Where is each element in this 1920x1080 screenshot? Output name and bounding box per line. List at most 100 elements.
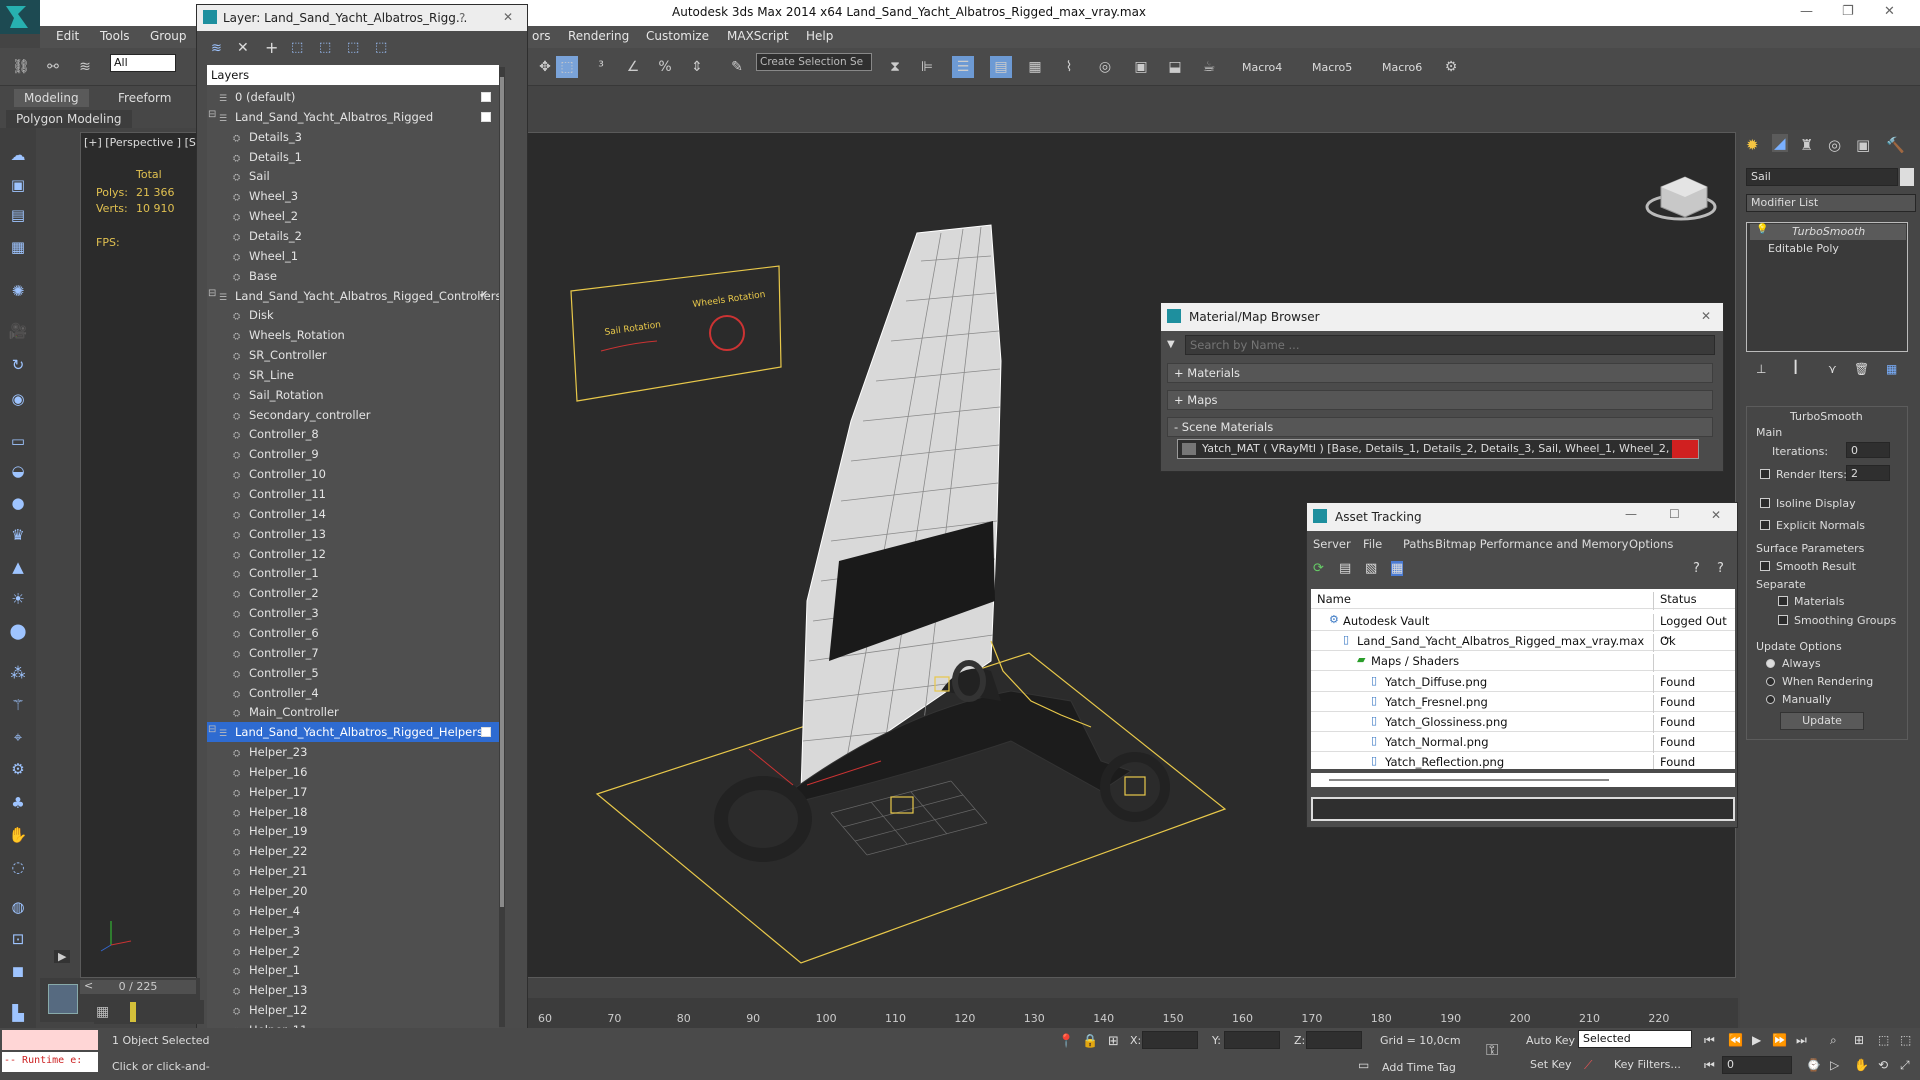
prev-frame-icon[interactable]: < bbox=[84, 979, 93, 992]
help-icon[interactable]: ? bbox=[1693, 561, 1700, 576]
layer-item-row[interactable]: ⛭ Controller_4 bbox=[207, 683, 499, 703]
layer-item-row[interactable]: ⛭ Controller_9 bbox=[207, 444, 499, 464]
disk-icon[interactable]: ⬤ bbox=[7, 622, 29, 644]
refresh-icon[interactable]: ⟳ bbox=[1313, 561, 1324, 576]
modify-tab-icon[interactable]: ◢ bbox=[1772, 134, 1788, 152]
layer-explorer-icon[interactable]: ▤ bbox=[990, 56, 1012, 78]
angle-snap-icon[interactable]: ∠ bbox=[622, 56, 644, 78]
layer-item-row[interactable]: ⛭ Helper_17 bbox=[207, 782, 499, 802]
menu-tools[interactable]: Tools bbox=[100, 29, 130, 43]
selection-filter[interactable]: All bbox=[110, 54, 176, 72]
isolate-icon[interactable]: 📍 bbox=[1058, 1034, 1074, 1049]
material-search-input[interactable] bbox=[1185, 335, 1715, 355]
menu-file[interactable]: File bbox=[1363, 537, 1382, 551]
manually-radio[interactable] bbox=[1766, 695, 1775, 704]
layer-item-row[interactable]: ⛭ Sail_Rotation bbox=[207, 385, 499, 405]
layer-item-row[interactable]: ⛭ SR_Line bbox=[207, 365, 499, 385]
asset-path-field[interactable] bbox=[1311, 797, 1735, 821]
remove-modifier-icon[interactable]: 🗑 bbox=[1854, 362, 1869, 376]
layer-item-row[interactable]: ⛭ Controller_2 bbox=[207, 583, 499, 603]
tab-freeform[interactable]: Freeform bbox=[108, 89, 181, 107]
viewport-label[interactable]: [+] [Perspective ] [Sh bbox=[84, 136, 203, 149]
box-icon[interactable]: ▭ bbox=[7, 432, 29, 454]
layer-item-row[interactable]: ⛭ Controller_3 bbox=[207, 603, 499, 623]
runtime-error-field[interactable]: -- Runtime e: bbox=[2, 1052, 98, 1072]
render-setup-icon[interactable]: ▣ bbox=[1130, 56, 1152, 78]
x-coordinate-field[interactable] bbox=[1142, 1031, 1198, 1049]
make-unique-icon[interactable]: ⋎ bbox=[1828, 362, 1837, 376]
col-status[interactable]: Status bbox=[1653, 592, 1697, 610]
layer-item-row[interactable]: ⛭ Wheel_2 bbox=[207, 206, 499, 226]
layer-item-row[interactable]: ⛭ Helper_3 bbox=[207, 921, 499, 941]
table-view-icon[interactable]: ▦ bbox=[1391, 561, 1404, 576]
rollout-title[interactable]: TurboSmooth bbox=[1790, 410, 1863, 423]
materials-checkbox[interactable] bbox=[1778, 596, 1788, 606]
utilities-tab-icon[interactable]: 🔨 bbox=[1886, 136, 1905, 154]
col-name[interactable]: Name bbox=[1317, 592, 1351, 606]
track-bar-icon[interactable]: ▦ bbox=[96, 1004, 109, 1020]
layer-group-row[interactable]: ⊟ ☰ Land_Sand_Yacht_Albatros_Rigged_Helper… bbox=[207, 722, 499, 743]
crown-icon[interactable]: ♛ bbox=[7, 526, 29, 548]
layer-item-row[interactable]: ⛭ Controller_14 bbox=[207, 504, 499, 524]
zoom-extents-icon[interactable]: ⬚ bbox=[1878, 1033, 1889, 1047]
film-icon[interactable]: ◉ bbox=[7, 390, 29, 412]
delete-icon[interactable]: ✕ bbox=[237, 40, 249, 56]
select-object-icon[interactable]: ⬚ bbox=[556, 56, 578, 78]
helpers-icon[interactable]: ⌖ bbox=[7, 728, 29, 750]
menu-group[interactable]: Group bbox=[150, 29, 187, 43]
update-button[interactable]: Update bbox=[1780, 712, 1864, 730]
maximize-viewport-icon[interactable]: ⤢ bbox=[1900, 1058, 1910, 1073]
spiral-icon[interactable]: ◌ bbox=[7, 858, 29, 880]
named-selection-dropdown[interactable]: Create Selection Se bbox=[756, 53, 872, 71]
mini-listener-toggle[interactable] bbox=[48, 984, 78, 1014]
menu-edit[interactable]: Edit bbox=[56, 29, 79, 43]
bones-icon[interactable]: ⚚ bbox=[7, 696, 29, 718]
lock-icon[interactable]: 🔒 bbox=[1082, 1034, 1098, 1049]
auto-key-button[interactable]: Auto Key bbox=[1526, 1034, 1575, 1047]
select-tool-icon[interactable]: ☁ bbox=[7, 146, 29, 168]
timeline[interactable] bbox=[528, 998, 1738, 1028]
menu-server[interactable]: Server bbox=[1313, 537, 1351, 551]
particles-icon[interactable]: ⁂ bbox=[7, 664, 29, 686]
page-icon[interactable]: ▙ bbox=[7, 1004, 29, 1026]
layer-item-row[interactable]: ⛭ Controller_13 bbox=[207, 524, 499, 544]
render-iters-checkbox[interactable] bbox=[1760, 469, 1770, 479]
close-icon[interactable]: ✕ bbox=[503, 10, 513, 24]
smooth-result-checkbox[interactable] bbox=[1760, 561, 1770, 571]
stack-item-turbosmooth[interactable]: TurboSmooth bbox=[1750, 224, 1906, 240]
key-mode-toggle-icon[interactable]: ⏮ bbox=[1704, 1058, 1715, 1073]
layer-item-row[interactable]: ⛭ Helper_21 bbox=[207, 861, 499, 881]
expand-toggle-icon[interactable]: ⊟ bbox=[208, 109, 216, 120]
key-icon[interactable]: ⚿ bbox=[1486, 1040, 1498, 1060]
layer-item-row[interactable]: ⛭ Main_Controller bbox=[207, 702, 499, 722]
bulb-toggle-icon[interactable]: 💡 bbox=[1756, 224, 1768, 235]
pin-stack-icon[interactable]: ⊥ bbox=[1756, 362, 1766, 376]
highlight-icon[interactable]: ⬚ bbox=[319, 40, 331, 55]
layer-item-row[interactable]: ⛭ Disk bbox=[207, 305, 499, 325]
asset-row[interactable]: ⚙ Autodesk Vault Logged Out ... bbox=[1311, 611, 1735, 642]
graphite-toggle-icon[interactable]: ▦ bbox=[1024, 56, 1046, 78]
scene-materials-section[interactable]: - Scene Materials bbox=[1167, 417, 1713, 437]
hemisphere-icon[interactable]: ◒ bbox=[7, 462, 29, 484]
viewcube[interactable] bbox=[1645, 176, 1717, 221]
create-tab-icon[interactable]: ✹ bbox=[1746, 136, 1759, 154]
hierarchy-tab-icon[interactable]: ♜ bbox=[1800, 136, 1813, 154]
prev-key-icon[interactable]: ⏪ bbox=[1728, 1033, 1743, 1047]
asset-row[interactable]: ▯ Yatch_Reflection.png Found bbox=[1311, 752, 1735, 769]
maps-section[interactable]: + Maps bbox=[1167, 390, 1713, 410]
motion-tab-icon[interactable]: ◎ bbox=[1828, 136, 1841, 154]
menu-paths[interactable]: Paths bbox=[1403, 537, 1434, 551]
maximize-icon[interactable]: ☐ bbox=[1669, 507, 1680, 521]
explicit-normals-checkbox[interactable] bbox=[1760, 520, 1770, 530]
layer-item-row[interactable]: ⛭ Controller_11 bbox=[207, 484, 499, 504]
layer-item-row[interactable]: ⛭ Wheel_1 bbox=[207, 246, 499, 266]
current-layer-check-icon[interactable]: ✔ bbox=[479, 288, 488, 301]
smoothing-groups-checkbox[interactable] bbox=[1778, 615, 1788, 625]
layer-item-row[interactable]: ⛭ Controller_5 bbox=[207, 663, 499, 683]
rotate-icon[interactable]: ↻ bbox=[7, 356, 29, 378]
unlink-icon[interactable]: ⚯ bbox=[42, 56, 64, 78]
list-icon[interactable]: ▤ bbox=[7, 206, 29, 228]
layer-item-row[interactable]: ⛭ Helper_4 bbox=[207, 901, 499, 921]
asset-row[interactable]: ▯ Land_Sand_Yacht_Albatros_Rigged_max_vra… bbox=[1311, 631, 1735, 653]
layer-item-row[interactable]: ⛭ Controller_8 bbox=[207, 424, 499, 444]
